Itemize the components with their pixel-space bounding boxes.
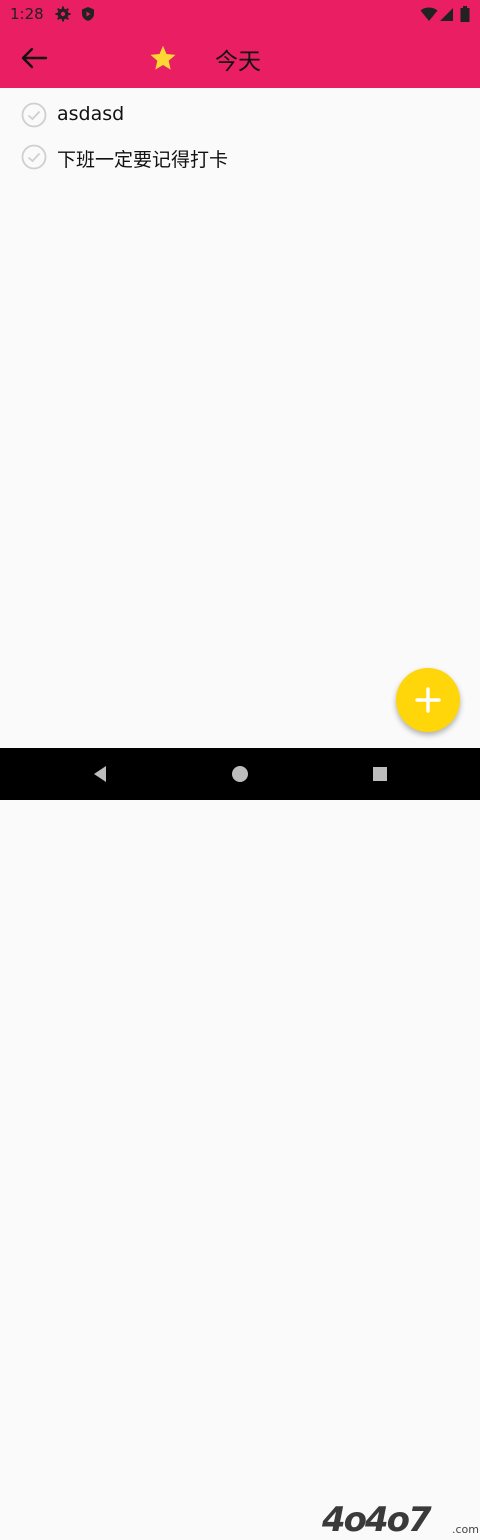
wifi-icon — [420, 7, 438, 21]
nav-bar: 4o4o7 .com — [0, 748, 480, 1540]
page-title: 今天 — [215, 49, 261, 75]
nav-back-button[interactable] — [86, 760, 114, 788]
watermark: 4o4o7 — [322, 1500, 432, 1540]
check-circle-icon[interactable] — [21, 102, 47, 128]
recents-square-icon — [373, 767, 387, 781]
shield-icon — [82, 7, 94, 21]
status-time: 1:28 — [10, 5, 44, 23]
watermark-suffix: .com — [452, 1523, 479, 1536]
add-task-button[interactable] — [396, 668, 460, 732]
status-bar: 1:28 — [0, 0, 480, 28]
nav-home-button[interactable] — [226, 760, 254, 788]
battery-icon — [460, 6, 470, 22]
list-item[interactable]: asdasd — [0, 94, 480, 136]
task-list: asdasd 下班一定要记得打卡 — [0, 88, 480, 178]
star-icon — [150, 45, 176, 70]
back-triangle-icon — [94, 766, 106, 782]
gear-icon — [55, 6, 71, 22]
back-button[interactable] — [12, 36, 56, 80]
home-circle-icon — [232, 766, 248, 782]
app-bar: 今天 — [0, 28, 480, 88]
task-text: 下班一定要记得打卡 — [57, 149, 229, 171]
list-item[interactable]: 下班一定要记得打卡 — [0, 136, 480, 178]
arrow-left-icon — [21, 47, 48, 69]
signal-icon — [440, 8, 453, 21]
plus-icon — [415, 687, 441, 713]
task-text: asdasd — [57, 103, 125, 125]
check-circle-icon[interactable] — [21, 144, 47, 170]
nav-recents-button[interactable] — [366, 760, 394, 788]
